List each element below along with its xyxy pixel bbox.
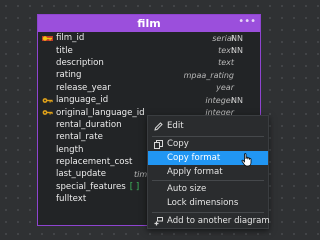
column-name: replacement_cost (56, 157, 133, 168)
column-name: last_update (56, 169, 107, 180)
not-null-flag: NN (231, 33, 243, 43)
column-row[interactable]: film_id serial NN (38, 32, 260, 44)
foreign-key-icon (42, 110, 53, 116)
menu-item-label: Add to another diagram (167, 216, 270, 226)
column-row[interactable]: title text NN (38, 44, 260, 56)
pencil-icon (154, 122, 163, 131)
menu-item-copy[interactable]: Copy (148, 137, 268, 151)
column-name: language_id (56, 95, 109, 106)
menu-item-auto-size[interactable]: Auto size (148, 182, 268, 196)
menu-item-add-to-diagram[interactable]: Add to another diagram (148, 214, 270, 228)
menu-item-label: Copy (167, 139, 189, 149)
column-row[interactable]: release_year year (38, 82, 260, 94)
column-row[interactable]: description text (38, 57, 260, 69)
column-name: rental_duration (56, 119, 122, 130)
primary-key-icon (42, 36, 53, 41)
column-name: special_features[ ] (56, 182, 139, 192)
table-menu-icon[interactable]: ••• (238, 16, 256, 27)
column-row[interactable]: language_id integer NN (38, 94, 260, 106)
column-name: rental_rate (56, 132, 103, 143)
context-menu: Edit Copy Copy format Apply format Auto … (147, 115, 270, 229)
column-name: film_id (56, 33, 85, 44)
column-name-text: special_features (56, 181, 126, 192)
column-type: text (218, 58, 234, 68)
table-title: film (137, 17, 161, 30)
menu-separator (152, 212, 264, 213)
menu-item-label: Copy format (167, 153, 221, 163)
column-type: integer (205, 95, 234, 105)
not-null-flag: NN (231, 95, 243, 105)
copy-icon (154, 140, 163, 149)
column-name: length (56, 144, 84, 155)
column-name: fulltext (56, 194, 87, 205)
table-header[interactable]: film ••• (38, 15, 260, 32)
menu-item-label: Apply format (167, 167, 223, 177)
hand-cursor-icon (241, 153, 252, 167)
column-row[interactable]: rating mpaa_rating (38, 69, 260, 81)
menu-item-apply-format[interactable]: Apply format (148, 165, 268, 179)
array-marker: [ ] (129, 181, 140, 192)
menu-separator (152, 180, 264, 181)
not-null-flag: NN (231, 46, 243, 56)
menu-item-lock-dimensions[interactable]: Lock dimensions (148, 196, 268, 210)
menu-item-label: Lock dimensions (167, 198, 239, 208)
column-name: release_year (56, 82, 111, 93)
column-name: rating (56, 70, 82, 81)
column-name: title (56, 45, 73, 56)
foreign-key-icon (42, 98, 53, 103)
column-type: year (216, 83, 234, 93)
column-name: description (56, 57, 104, 68)
column-type: mpaa_rating (183, 70, 234, 80)
menu-item-label: Auto size (167, 184, 207, 194)
menu-item-label: Edit (167, 121, 184, 131)
add-diagram-icon (154, 217, 163, 226)
menu-item-edit[interactable]: Edit (148, 119, 268, 133)
column-name: original_language_id (56, 107, 145, 118)
